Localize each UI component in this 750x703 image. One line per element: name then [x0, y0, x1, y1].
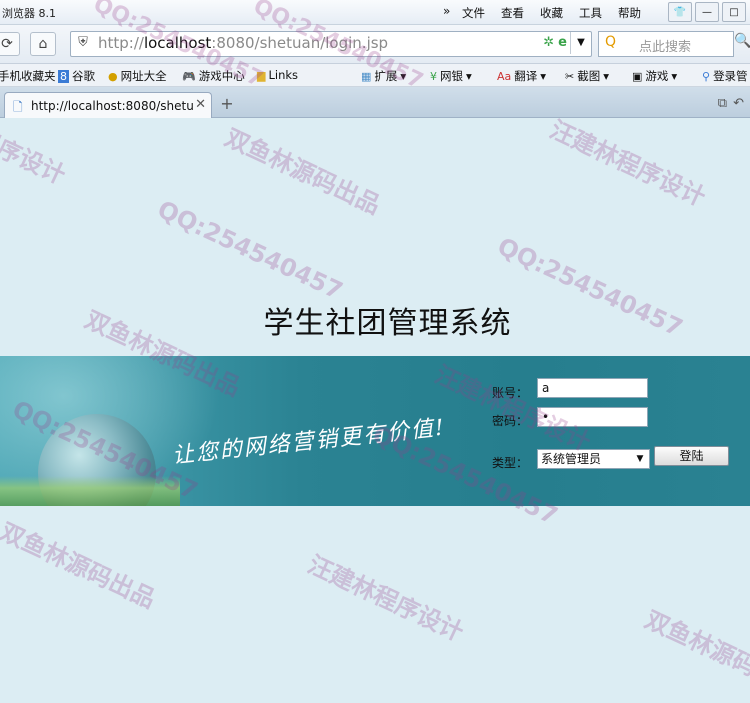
google-icon: 8 [58, 69, 69, 83]
browser-navigation-bar: ⟳ ⌂ ⛨ http://localhost:8080/shetuan/logi… [0, 25, 750, 64]
browser-title: 浏览器 8.1 [2, 7, 56, 20]
home-icon[interactable]: ⌂ [30, 32, 56, 56]
page-content: 学生社团管理系统 让您的网络营销更有价值! 账号： a 密码： • 类型： 系统… [0, 118, 750, 640]
ext-screenshot[interactable]: ✂ 截图 ▾ [565, 68, 609, 84]
close-icon[interactable]: ✕ [195, 97, 206, 112]
ext-login-manager[interactable]: ⚲ 登录管 [702, 68, 748, 84]
chevron-down-icon[interactable]: ▼ [633, 452, 647, 466]
ext-translate[interactable]: Aa 翻译 ▾ [497, 68, 546, 84]
ext-bank[interactable]: ¥ 网银 ▾ [430, 68, 472, 84]
scissors-icon: ✂ [565, 69, 575, 83]
menu-view[interactable]: 查看 [501, 5, 524, 21]
page-icon: 🗋 [13, 100, 23, 114]
browser-menu: 文件 查看 收藏 工具 帮助 [462, 5, 657, 21]
password-input[interactable]: • [537, 407, 648, 427]
bank-icon: ¥ [430, 69, 437, 83]
menu-help[interactable]: 帮助 [618, 5, 641, 21]
search-box[interactable]: Q 点此搜索 [598, 31, 734, 57]
address-url[interactable]: http://localhost:8080/shetuan/login.jsp [98, 34, 388, 52]
refresh-icon[interactable]: ⟳ [0, 32, 20, 56]
new-tab-icon[interactable]: + [217, 95, 237, 113]
menu-overflow-icon[interactable]: » [443, 4, 450, 18]
menu-file[interactable]: 文件 [462, 5, 485, 21]
browser-title-bar: 浏览器 8.1 文件 查看 收藏 工具 帮助 » 👕 — □ [0, 0, 750, 25]
address-dropdown-icon[interactable]: ▼ [570, 32, 591, 54]
fav-mobile[interactable]: 手机收藏夹 [0, 68, 56, 84]
window-controls: 👕 — □ [668, 2, 746, 22]
fav-site-directory[interactable]: ● 网址大全 [108, 68, 167, 84]
security-shield-icon: ⛨ [78, 35, 88, 50]
login-banner: 让您的网络营销更有价值! 账号： a 密码： • 类型： 系统管理员 ▼ 登陆 [0, 356, 750, 506]
search-engine-icon[interactable]: Q [605, 34, 616, 50]
menu-favorites[interactable]: 收藏 [540, 5, 563, 21]
gamepad-icon: 🎮 [182, 69, 196, 83]
login-button[interactable]: 登陆 [654, 446, 729, 466]
type-select[interactable]: 系统管理员 ▼ [537, 449, 650, 469]
page-title: 学生社团管理系统 [263, 306, 512, 341]
folder-icon: ▆ [257, 68, 266, 82]
fav-links[interactable]: ▆ Links [257, 68, 298, 82]
undo-close-icon[interactable]: ↶ [733, 96, 744, 111]
games-icon: ▣ [632, 69, 643, 83]
ie-mode-icon[interactable]: e [558, 35, 567, 50]
grass-decoration [0, 476, 180, 506]
search-icon[interactable]: 🔍 [734, 33, 750, 49]
expand-icon: ▦ [361, 69, 372, 83]
tab-title: http://localhost:8080/shetuan/login.jsp [31, 99, 193, 113]
search-placeholder: 点此搜索 [639, 40, 692, 55]
address-bar[interactable]: ⛨ http://localhost:8080/shetuan/login.js… [70, 31, 592, 57]
account-label: 账号： [492, 386, 529, 400]
login-manager-icon: ⚲ [702, 69, 711, 83]
skin-icon[interactable]: 👕 [668, 2, 692, 22]
ext-games[interactable]: ▣ 游戏 ▾ [632, 68, 677, 84]
ext-expand[interactable]: ▦ 扩展 ▾ [361, 68, 406, 84]
menu-tools[interactable]: 工具 [579, 5, 602, 21]
minimize-icon[interactable]: — [695, 2, 719, 22]
maximize-icon[interactable]: □ [722, 2, 746, 22]
type-label: 类型： [492, 456, 529, 470]
site-directory-icon: ● [108, 69, 118, 83]
account-input[interactable]: a [537, 378, 648, 398]
translate-icon: Aa [497, 69, 512, 83]
tab-list-icon[interactable]: ⧉ [718, 96, 727, 111]
fav-google[interactable]: 8 谷歌 [58, 68, 95, 84]
tab-login[interactable]: 🗋 http://localhost:8080/shetuan/login.js… [4, 92, 212, 118]
reload-icon[interactable]: ✲ [543, 35, 554, 50]
type-selected-value: 系统管理员 [541, 452, 602, 466]
password-label: 密码： [492, 414, 529, 428]
tab-bar: 🗋 http://localhost:8080/shetuan/login.js… [0, 87, 750, 118]
favorites-bar: 手机收藏夹 8 谷歌 ● 网址大全 🎮 游戏中心 ▆ Links ▦ 扩展 ▾ ¥ 网银 ▾… [0, 64, 750, 87]
fav-game-center[interactable]: 🎮 游戏中心 [182, 68, 245, 84]
